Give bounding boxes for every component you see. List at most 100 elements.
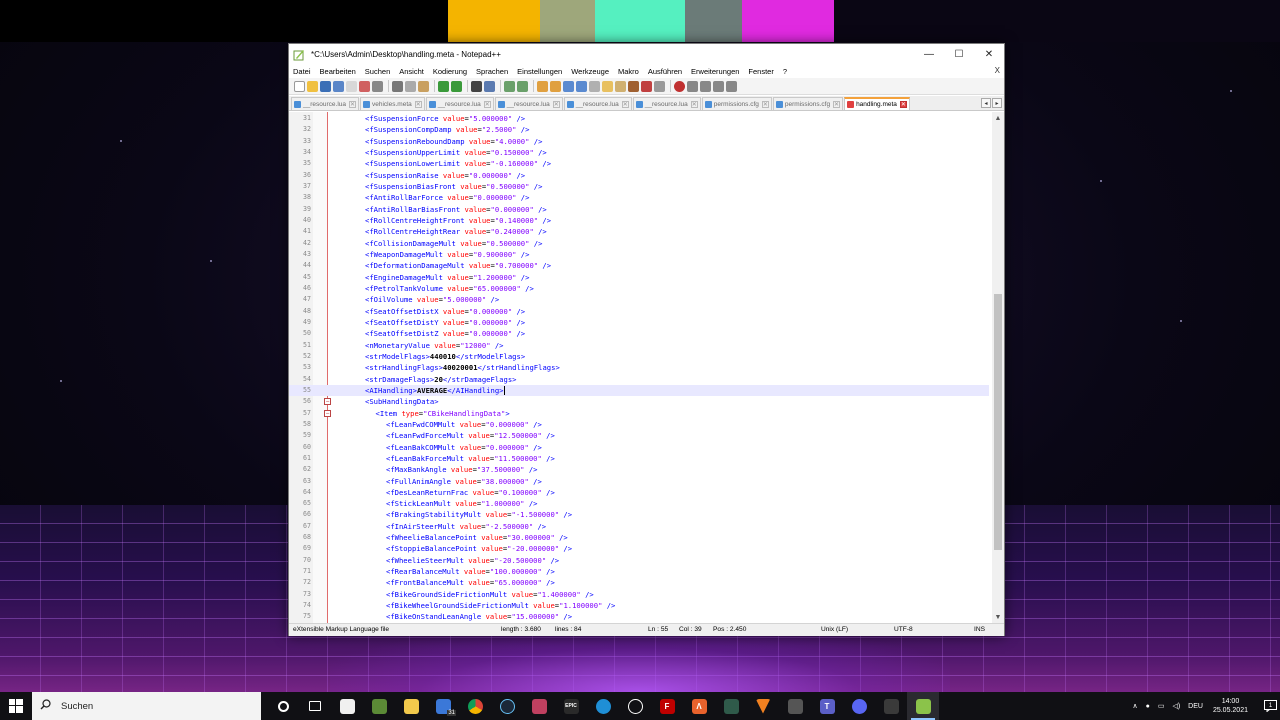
clock[interactable]: 14:00 25.05.2021 [1213, 697, 1248, 715]
epic-games-app[interactable]: EPIC [555, 692, 587, 720]
tab-vehicles-meta[interactable]: vehicles.meta ✕ [360, 97, 425, 110]
code-line[interactable]: 43 <fWeaponDamageMult value="0.900000" /> [289, 249, 989, 260]
code-line[interactable]: 66 <fBrakingStabilityMult value="-1.50000… [289, 509, 989, 520]
close-all-icon[interactable] [359, 80, 370, 92]
function-list-icon[interactable] [628, 80, 639, 92]
doc-map-icon[interactable] [615, 80, 626, 92]
zoom-in-icon[interactable] [504, 80, 515, 92]
find-icon[interactable] [471, 80, 482, 92]
menu-ausfuehren[interactable]: Ausführen [648, 67, 682, 76]
zoom-out-icon[interactable] [517, 80, 528, 92]
taskbar-search[interactable]: Suchen [32, 692, 261, 720]
tab-handling-meta[interactable]: handling.meta ✕ [844, 97, 910, 110]
store-app[interactable] [331, 692, 363, 720]
monitoring-icon[interactable] [654, 80, 665, 92]
start-button[interactable] [0, 692, 32, 720]
menu-datei[interactable]: Datei [293, 67, 311, 76]
new-file-icon[interactable] [294, 80, 305, 92]
code-line[interactable]: 32 <fSuspensionCompDamp value="2.5000" /> [289, 124, 989, 135]
tab-close-icon[interactable]: ✕ [833, 100, 841, 108]
folder-workspace-icon[interactable] [641, 80, 652, 92]
unknown-app-orange[interactable]: Λ [683, 692, 715, 720]
microphone-icon[interactable]: ● [1146, 703, 1150, 710]
language-icon[interactable] [602, 80, 613, 92]
tab-resource-lua-2[interactable]: __resource.lua ✕ [425, 97, 494, 110]
menu-sprachen[interactable]: Sprachen [476, 67, 508, 76]
close-file-icon[interactable] [346, 80, 357, 92]
show-all-chars-icon[interactable] [576, 80, 587, 92]
open-file-icon[interactable] [307, 80, 318, 92]
tab-close-icon[interactable]: ✕ [690, 100, 698, 108]
menu-bearbeiten[interactable]: Bearbeiten [320, 67, 356, 76]
code-line[interactable]: 53 <strHandlingFlags>40020001</strHandlin… [289, 362, 989, 373]
notification-center-button[interactable]: 1 [1256, 692, 1280, 720]
code-line[interactable]: 31 <fSuspensionForce value="5.000000" /> [289, 113, 989, 124]
text-editor[interactable]: 31 <fSuspensionForce value="5.000000" /> 3… [289, 112, 1004, 623]
tab-permissions-cfg-1[interactable]: permissions.cfg ✕ [701, 97, 772, 110]
code-line[interactable]: 69 <fStoppieBalancePoint value="-20.00000… [289, 543, 989, 554]
redo-icon[interactable] [451, 80, 462, 92]
code-line[interactable]: 67 <fInAirSteerMult value="-2.500000" /> [289, 521, 989, 532]
record-macro-icon[interactable] [674, 80, 685, 92]
save-all-icon[interactable] [333, 80, 344, 92]
menu-makro[interactable]: Makro [618, 67, 639, 76]
code-line[interactable]: 72 <fFrontBalanceMult value="65.000000" /… [289, 577, 989, 588]
code-line[interactable]: 61 <fLeanBakForceMult value="11.500000" /… [289, 453, 989, 464]
status-insert-mode[interactable]: INS [974, 626, 985, 633]
code-line[interactable]: 57 − <Item type="CBikeHandlingData"> [289, 408, 989, 419]
code-line[interactable]: 45 <fEngineDamageMult value="1.200000" /> [289, 272, 989, 283]
filezilla-app[interactable]: F [651, 692, 683, 720]
mail-app[interactable]: 31 [427, 692, 459, 720]
tab-scroll-left-icon[interactable]: ◂ [981, 98, 991, 108]
steam-app[interactable] [491, 692, 523, 720]
fold-toggle-icon[interactable]: − [324, 398, 331, 406]
save-icon[interactable] [320, 80, 331, 92]
menu-einstellungen[interactable]: Einstellungen [517, 67, 562, 76]
code-line[interactable]: 36 <fSuspensionRaise value="0.000000" /> [289, 170, 989, 181]
code-line[interactable]: 55 <AIHandling>AVERAGE</AIHandling> [289, 384, 989, 397]
show-hidden-icons-icon[interactable]: ∧ [1132, 702, 1137, 710]
tab-close-icon[interactable]: ✕ [761, 100, 769, 108]
notepadpp-taskbar-app[interactable] [907, 692, 939, 720]
maximize-button[interactable]: ☐ [944, 44, 974, 64]
tab-close-icon[interactable]: ✕ [349, 100, 356, 108]
cortana-button[interactable] [267, 692, 299, 720]
close-button[interactable]: ✕ [974, 44, 1004, 64]
copy-icon[interactable] [405, 80, 416, 92]
print-icon[interactable] [372, 80, 383, 92]
tab-close-icon[interactable]: ✕ [483, 100, 491, 108]
tab-close-icon[interactable]: ✕ [414, 100, 422, 108]
code-line[interactable]: 56 − <SubHandlingData> [289, 396, 989, 407]
code-line[interactable]: 50 <fSeatOffsetDistZ value="0.000000" /> [289, 328, 989, 339]
undo-icon[interactable] [438, 80, 449, 92]
scrollbar-thumb[interactable] [994, 294, 1002, 550]
minimize-button[interactable]: — [914, 44, 944, 64]
tab-permissions-cfg-2[interactable]: permissions.cfg ✕ [772, 97, 844, 110]
code-line[interactable]: 39 <fAntiRollBarBiasFront value="0.000000… [289, 204, 989, 215]
paste-icon[interactable] [418, 80, 429, 92]
status-encoding[interactable]: UTF-8 [894, 626, 913, 633]
word-wrap-icon[interactable] [563, 80, 574, 92]
code-line[interactable]: 35 <fSuspensionLowerLimit value="-0.16000… [289, 158, 989, 169]
menu-kodierung[interactable]: Kodierung [433, 67, 467, 76]
volume-icon[interactable]: ◁) [1172, 702, 1180, 710]
replace-icon[interactable] [484, 80, 495, 92]
menu-suchen[interactable]: Suchen [365, 67, 390, 76]
code-line[interactable]: 64 <fDesLeanReturnFrac value="0.100000" /… [289, 487, 989, 498]
code-line[interactable]: 40 <fRollCentreHeightFront value="0.14000… [289, 215, 989, 226]
scroll-up-icon[interactable]: ▲ [992, 112, 1004, 124]
sync-horizontal-icon[interactable] [550, 80, 561, 92]
code-line[interactable]: 44 <fDeformationDamageMult value="0.70000… [289, 260, 989, 271]
code-line[interactable]: 46 <fPetrolTankVolume value="65.000000" /… [289, 283, 989, 294]
menu-werkzeuge[interactable]: Werkzeuge [571, 67, 609, 76]
code-line[interactable]: 60 <fLeanBakCOMMult value="0.000000" /> [289, 442, 989, 453]
menu-erweiterungen[interactable]: Erweiterungen [691, 67, 739, 76]
run-macro-multiple-icon[interactable] [713, 80, 724, 92]
menu-fenster[interactable]: Fenster [748, 67, 773, 76]
gta-app[interactable] [779, 692, 811, 720]
discord-app[interactable] [843, 692, 875, 720]
explorer-app[interactable] [395, 692, 427, 720]
code-line[interactable]: 58 <fLeanFwdCOMMult value="0.000000" /> [289, 419, 989, 430]
game-app[interactable] [715, 692, 747, 720]
code-line[interactable]: 41 <fRollCentreHeightRear value="0.240000… [289, 226, 989, 237]
